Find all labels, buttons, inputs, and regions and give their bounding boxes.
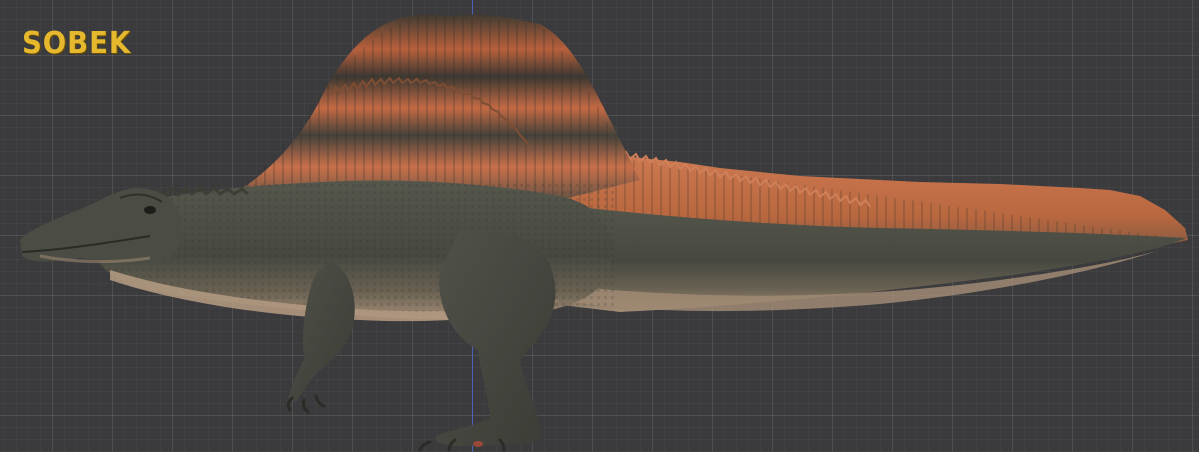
3d-viewport[interactable]: SOBEK xyxy=(0,0,1199,452)
spinosaurus-model[interactable] xyxy=(0,0,1199,452)
model-title: SOBEK xyxy=(22,26,132,61)
